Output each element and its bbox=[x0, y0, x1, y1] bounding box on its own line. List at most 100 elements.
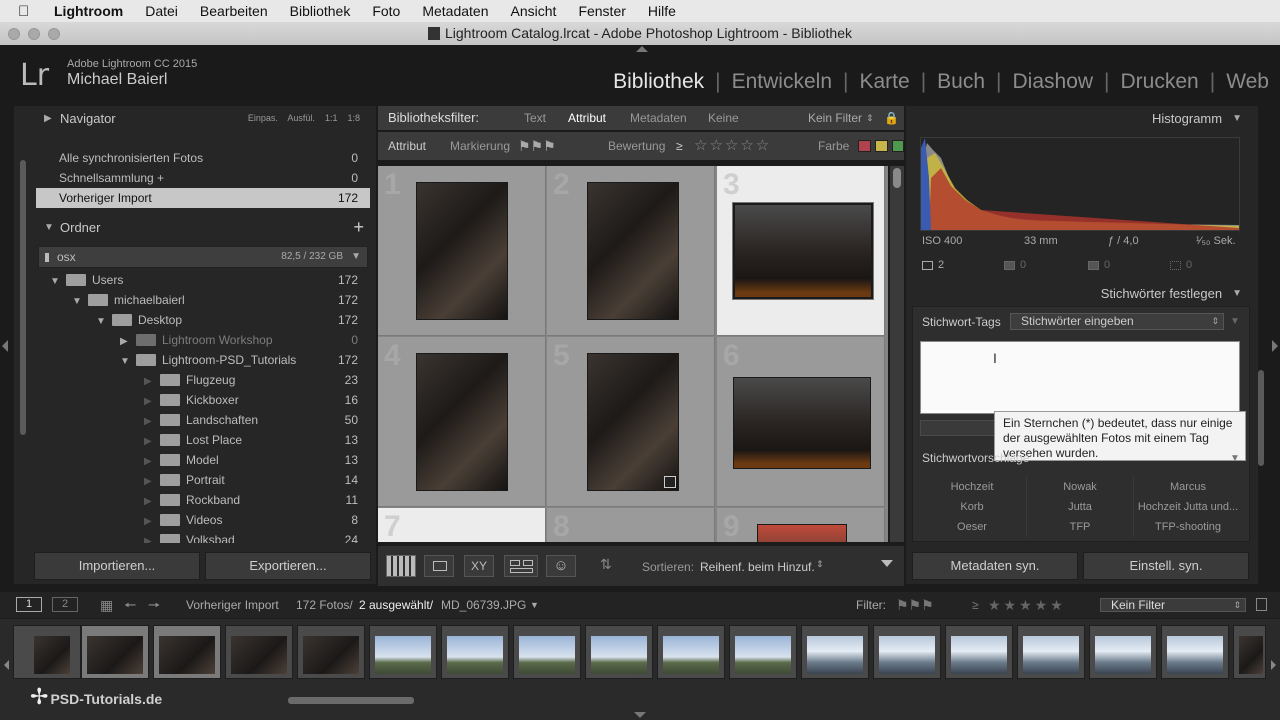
catalog-item-synced[interactable]: Alle synchronisierten Fotos 0 bbox=[36, 148, 370, 168]
folder-lost-place[interactable]: ▶ Lost Place 13 bbox=[36, 430, 370, 450]
folder-videos[interactable]: ▶ Videos 8 bbox=[36, 510, 370, 530]
filmstrip-thumbnail[interactable] bbox=[729, 625, 797, 679]
filmstrip-thumbnail[interactable] bbox=[81, 625, 149, 679]
secondary-window-button[interactable]: 2 bbox=[52, 597, 78, 612]
keyword-entry-field[interactable]: I bbox=[920, 341, 1240, 414]
filmstrip-thumbnail[interactable] bbox=[369, 625, 437, 679]
module-buch[interactable]: Buch bbox=[926, 70, 996, 94]
grid-cell[interactable]: 2 bbox=[547, 166, 715, 336]
folder-desktop[interactable]: ▼ Desktop 172 bbox=[36, 310, 370, 330]
keyword-suggestion[interactable]: TFP bbox=[1026, 517, 1134, 537]
folder-landschaften[interactable]: ▶ Landschaften 50 bbox=[36, 410, 370, 430]
grid-cell-selected[interactable]: 3 bbox=[717, 166, 885, 336]
folder-volksbad[interactable]: ▶ Volksbad 24 bbox=[36, 530, 370, 543]
folder-lightroom-workshop[interactable]: ▶ Lightroom Workshop 0 bbox=[36, 330, 370, 350]
filter-tab-text[interactable]: Text bbox=[524, 106, 546, 130]
filmstrip-thumbnail[interactable] bbox=[1017, 625, 1085, 679]
filmstrip-thumbnail[interactable] bbox=[1233, 625, 1266, 679]
redeye-tool-icon[interactable] bbox=[1088, 261, 1099, 270]
add-folder-icon[interactable]: + bbox=[353, 217, 364, 238]
crop-tool-icon[interactable] bbox=[922, 261, 933, 270]
module-diashow[interactable]: Diashow bbox=[1002, 70, 1105, 94]
bottom-panel-toggle-icon[interactable] bbox=[634, 712, 646, 718]
right-panel-scrollbar[interactable] bbox=[1258, 370, 1264, 466]
filmstrip-thumbnail[interactable] bbox=[13, 625, 81, 679]
keyword-suggestion[interactable]: Jutta bbox=[1026, 497, 1134, 517]
filmstrip-thumbnail[interactable] bbox=[585, 625, 653, 679]
color-label-green[interactable] bbox=[892, 140, 904, 152]
filter-lock-icon[interactable]: 🔒 bbox=[884, 106, 899, 130]
grid-cell[interactable]: 9 bbox=[717, 508, 885, 542]
photo-thumbnail[interactable] bbox=[416, 353, 508, 491]
module-drucken[interactable]: Drucken bbox=[1110, 70, 1210, 94]
sync-settings-button[interactable]: Einstell. syn. bbox=[1083, 552, 1249, 580]
sort-direction-icon[interactable]: ⇅ bbox=[600, 556, 612, 573]
menu-fenster[interactable]: Fenster bbox=[578, 3, 625, 19]
volume-dropdown-icon[interactable]: ▼ bbox=[351, 247, 361, 267]
filter-lock-icon[interactable] bbox=[1256, 598, 1267, 611]
histogram-header[interactable]: Histogramm ▼ bbox=[910, 106, 1252, 130]
star-rating-icons[interactable]: ☆☆☆☆☆ bbox=[694, 132, 771, 160]
catalog-item-previous-import[interactable]: Vorheriger Import 172 bbox=[36, 188, 370, 208]
catalog-item-quick-collection[interactable]: Schnellsammlung +0 bbox=[36, 168, 370, 188]
histogram[interactable] bbox=[920, 137, 1240, 231]
close-window-button[interactable] bbox=[8, 28, 20, 40]
keyword-suggestion[interactable]: Nowak bbox=[1026, 477, 1134, 497]
spot-tool-icon[interactable] bbox=[1004, 261, 1015, 270]
people-view-icon[interactable]: ☺ bbox=[546, 555, 576, 577]
keyword-tags-select[interactable]: Stichwörter eingeben ⇕ bbox=[1010, 313, 1224, 330]
module-karte[interactable]: Karte bbox=[848, 70, 920, 94]
filter-preset-select[interactable]: Kein Filter ⇕ bbox=[1100, 598, 1246, 612]
navigator-header[interactable]: ▶ Navigator Einpas. Ausfül. 1:1 1:8 bbox=[34, 106, 372, 130]
keywording-header[interactable]: Stichwörter festlegen ▼ bbox=[910, 281, 1252, 305]
filmstrip-thumbnail[interactable] bbox=[1089, 625, 1157, 679]
module-bibliothek[interactable]: Bibliothek bbox=[602, 70, 715, 94]
toolbar-options-icon[interactable] bbox=[881, 560, 893, 567]
grid-cell[interactable]: 8 bbox=[547, 508, 715, 542]
filmstrip-thumbnail[interactable] bbox=[513, 625, 581, 679]
rating-operator-icon[interactable]: ≥ bbox=[972, 592, 979, 618]
color-label-yellow[interactable] bbox=[875, 140, 888, 152]
photo-thumbnail[interactable] bbox=[587, 182, 679, 320]
module-entwickeln[interactable]: Entwickeln bbox=[721, 70, 843, 94]
keyword-menu-icon[interactable]: ▼ bbox=[1230, 316, 1240, 327]
forward-arrow-icon[interactable]: 🠖 bbox=[148, 592, 160, 618]
grid-cell[interactable]: 5 bbox=[547, 337, 715, 507]
grid-view-icon[interactable]: ▦ bbox=[100, 592, 113, 618]
filmstrip-thumbnail[interactable] bbox=[297, 625, 365, 679]
folder-portrait[interactable]: ▶ Portrait 14 bbox=[36, 470, 370, 490]
filmstrip-scrollbar-thumb[interactable] bbox=[288, 697, 414, 704]
grid-scrollbar-track[interactable] bbox=[890, 166, 904, 542]
right-panel-toggle-icon[interactable] bbox=[1272, 340, 1278, 352]
menu-metadaten[interactable]: Metadaten bbox=[422, 3, 488, 19]
filter-tab-metadata[interactable]: Metadaten bbox=[630, 106, 687, 130]
filter-tab-attribute[interactable]: Attribut bbox=[568, 106, 606, 130]
filter-preset-select[interactable]: Kein Filter bbox=[808, 106, 862, 130]
rating-operator[interactable]: ≥ bbox=[676, 132, 683, 160]
menu-foto[interactable]: Foto bbox=[372, 3, 400, 19]
folder-users[interactable]: ▼ Users 172 bbox=[36, 270, 370, 290]
filmstrip-source[interactable]: Vorheriger Import bbox=[186, 592, 279, 618]
folder-model[interactable]: ▶ Model 13 bbox=[36, 450, 370, 470]
grid-cell[interactable]: 6 bbox=[717, 337, 885, 507]
sync-metadata-button[interactable]: Metadaten syn. bbox=[912, 552, 1078, 580]
menu-bearbeiten[interactable]: Bearbeiten bbox=[200, 3, 268, 19]
preset-stepper-icon[interactable]: ⇕ bbox=[866, 106, 874, 130]
keyword-suggestion[interactable]: Marcus bbox=[1134, 477, 1242, 497]
sort-order-select[interactable]: Reihenf. beim Hinzuf. bbox=[700, 560, 815, 574]
apple-icon[interactable]:  bbox=[18, 3, 40, 20]
left-panel-toggle-icon[interactable] bbox=[2, 340, 8, 352]
star-rating-icons[interactable]: ★★★★★ bbox=[988, 592, 1066, 618]
menu-bibliothek[interactable]: Bibliothek bbox=[290, 3, 351, 19]
filename-dropdown-icon[interactable]: ▼ bbox=[530, 592, 539, 618]
folder-flugzeug[interactable]: ▶ Flugzeug 23 bbox=[36, 370, 370, 390]
photo-thumbnail[interactable] bbox=[416, 182, 508, 320]
filmstrip-thumbnail[interactable] bbox=[801, 625, 869, 679]
filter-tab-none[interactable]: Keine bbox=[708, 106, 739, 130]
volume-bar[interactable]: osx 82,5 / 232 GB ▼ bbox=[38, 246, 368, 268]
photo-thumbnail[interactable] bbox=[733, 377, 871, 469]
photo-thumbnail[interactable] bbox=[732, 202, 874, 300]
brush-tool-icon[interactable] bbox=[1170, 261, 1181, 270]
primary-window-button[interactable]: 1 bbox=[16, 597, 42, 612]
filmstrip-right-icon[interactable] bbox=[1271, 660, 1276, 670]
